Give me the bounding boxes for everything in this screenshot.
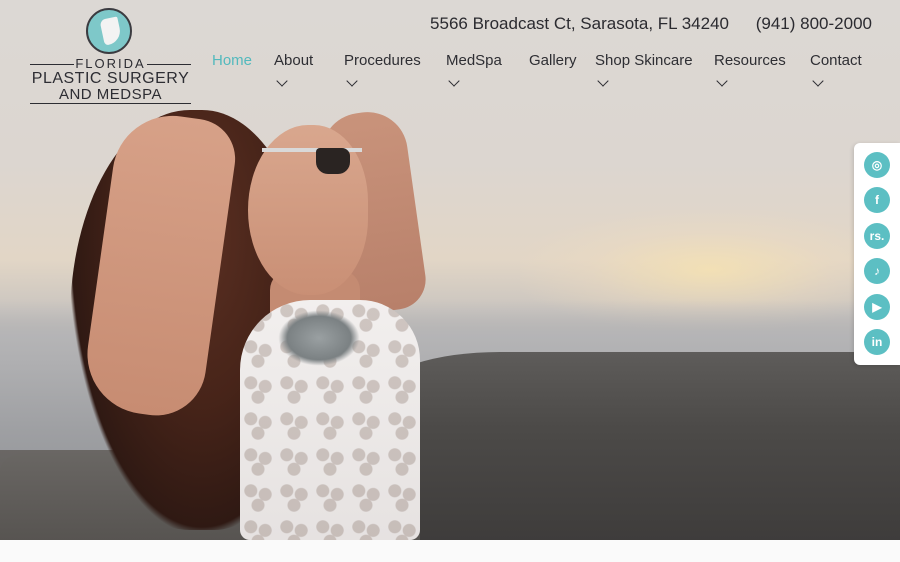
facebook-icon[interactable]: f (864, 187, 890, 213)
nav-item-medspa[interactable]: MedSpa (446, 52, 502, 87)
address-link[interactable]: 5566 Broadcast Ct, Sarasota, FL 34240 (430, 14, 729, 33)
site-logo[interactable]: FLORIDA PLASTIC SURGERY AND MEDSPA (28, 8, 193, 108)
nav-item-resources[interactable]: Resources (714, 52, 786, 87)
florida-logo-icon (86, 8, 132, 54)
nav-item-gallery[interactable]: Gallery (529, 52, 577, 69)
tiktok-icon[interactable]: ♪ (864, 258, 890, 284)
logo-rule (30, 103, 191, 104)
nav-item-shop-skincare[interactable]: Shop Skincare (595, 52, 693, 87)
nav-item-about[interactable]: About (274, 52, 314, 87)
phone-link[interactable]: (941) 800-2000 (756, 14, 872, 33)
logo-line-florida: FLORIDA (28, 56, 193, 71)
realself-icon[interactable]: rs. (864, 223, 890, 249)
nav-item-home[interactable]: Home (212, 52, 252, 69)
necklace (278, 310, 360, 366)
youtube-icon[interactable]: ▶ (864, 294, 890, 320)
linkedin-icon[interactable]: in (864, 329, 890, 355)
nav-item-label: Gallery (529, 52, 577, 69)
nav-item-label: Contact (810, 52, 862, 69)
chevron-down-icon[interactable] (597, 75, 609, 87)
chevron-down-icon[interactable] (346, 75, 358, 87)
nav-item-label: About (274, 52, 314, 69)
nav-item-label: MedSpa (446, 52, 502, 69)
nav-item-label: Resources (714, 52, 786, 69)
social-sidebar: ◎ f rs. ♪ ▶ in (854, 143, 900, 365)
nav-item-label: Home (212, 52, 253, 69)
sunglasses-lens (316, 148, 350, 174)
instagram-icon[interactable]: ◎ (864, 152, 890, 178)
logo-line-medspa: AND MEDSPA (58, 86, 163, 103)
chevron-down-icon[interactable] (716, 75, 728, 87)
nav-item-label: Procedures (344, 52, 421, 69)
chevron-down-icon[interactable] (812, 75, 824, 87)
chevron-down-icon[interactable] (276, 75, 288, 87)
nav-item-contact[interactable]: Contact (810, 52, 862, 87)
contact-bar: 5566 Broadcast Ct, Sarasota, FL 34240 (9… (408, 14, 872, 34)
nav-item-label: Shop Skincare (595, 52, 693, 69)
nav-item-procedures[interactable]: Procedures (344, 52, 421, 87)
chevron-down-icon[interactable] (448, 75, 460, 87)
rocks (380, 352, 900, 540)
